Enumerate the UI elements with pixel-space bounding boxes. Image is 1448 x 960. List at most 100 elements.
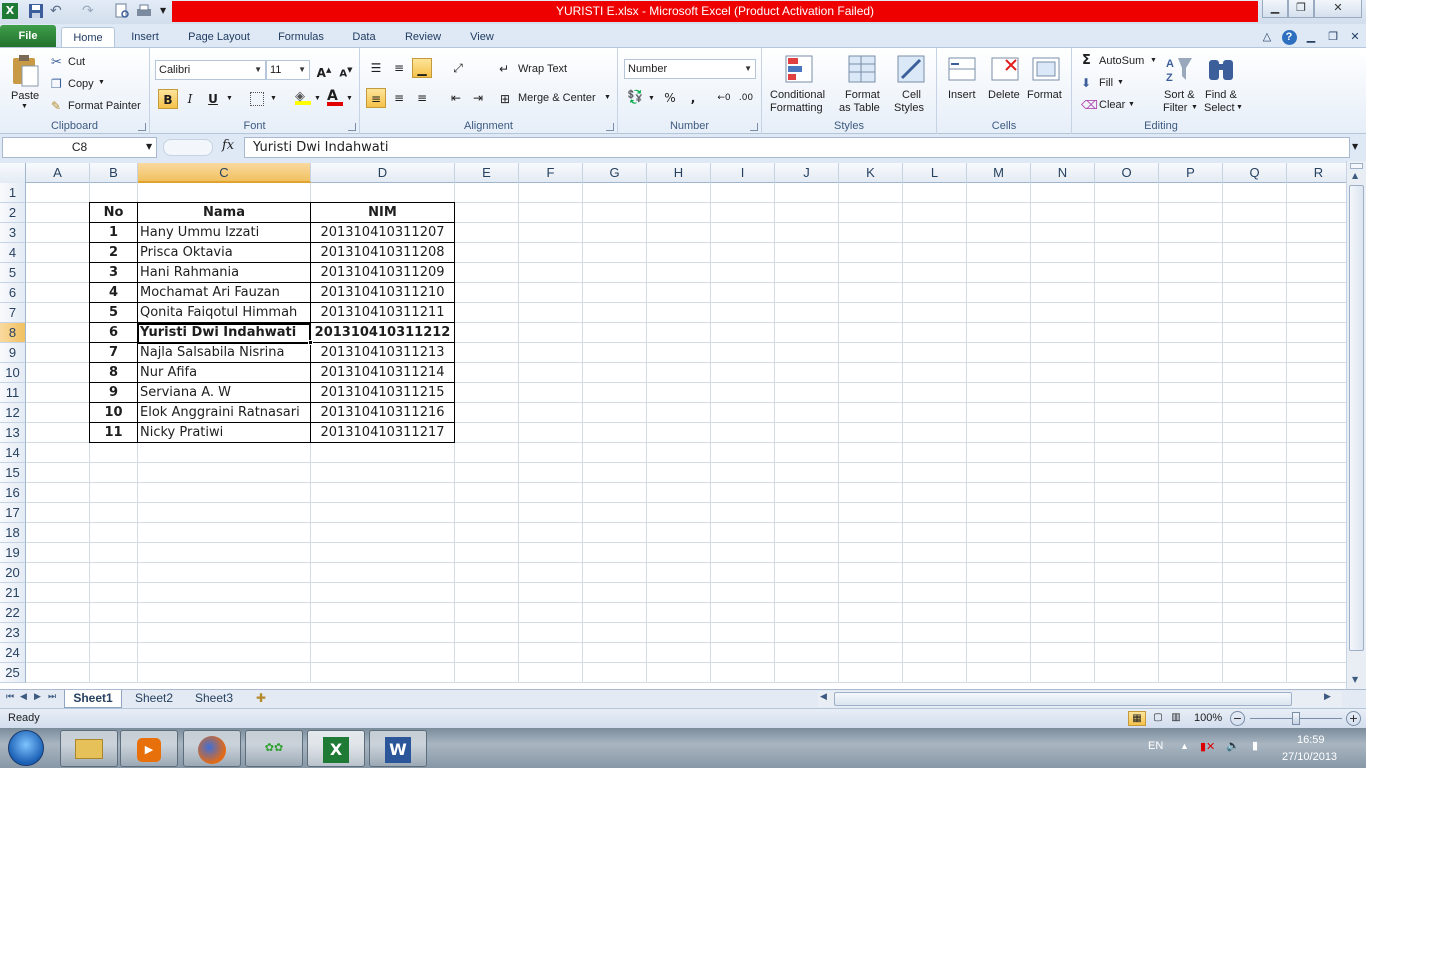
- language-indicator[interactable]: EN: [1148, 740, 1163, 752]
- tab-page-layout[interactable]: Page Layout: [180, 27, 258, 48]
- column-header-a[interactable]: A: [26, 163, 90, 183]
- fill-color-icon[interactable]: ◈: [295, 89, 311, 105]
- paste-icon[interactable]: [10, 54, 40, 91]
- paste-button-label[interactable]: Paste: [11, 90, 39, 102]
- font-color-dropdown-icon[interactable]: ▼: [346, 95, 353, 102]
- first-sheet-icon[interactable]: ⏮: [6, 692, 14, 702]
- table-cell-nim[interactable]: 201310410311215: [310, 382, 455, 403]
- table-cell-no[interactable]: 10: [89, 402, 138, 423]
- font-name-combo[interactable]: Calibri ▼: [155, 60, 266, 80]
- row-header-10[interactable]: 10: [0, 363, 26, 383]
- restore-button[interactable]: ❐: [1288, 0, 1314, 18]
- format-cells-icon[interactable]: [1031, 54, 1061, 87]
- borders-dropdown-icon[interactable]: ▼: [270, 95, 277, 102]
- zoom-out-icon[interactable]: −: [1230, 711, 1245, 726]
- orientation-icon[interactable]: ⤢: [448, 58, 468, 78]
- fill-color-dropdown-icon[interactable]: ▼: [314, 95, 321, 102]
- table-cell-nama[interactable]: Prisca Oktavia: [137, 242, 311, 263]
- select-all-corner[interactable]: [0, 163, 26, 183]
- sheet-tab-sheet3[interactable]: Sheet3: [186, 690, 242, 708]
- workbook-minimize-icon[interactable]: ▁: [1304, 27, 1318, 48]
- percent-style-button[interactable]: %: [660, 88, 680, 108]
- fill-icon[interactable]: ⬇: [1081, 76, 1091, 90]
- find-select-label1[interactable]: Find &: [1205, 89, 1237, 101]
- minimize-button[interactable]: ▁: [1262, 0, 1288, 18]
- taskbar-explorer-icon[interactable]: [60, 730, 118, 767]
- fill-button[interactable]: Fill: [1099, 77, 1113, 89]
- row-header-21[interactable]: 21: [0, 583, 26, 603]
- copy-dropdown-icon[interactable]: ▼: [98, 79, 105, 86]
- middle-align-icon[interactable]: ≡: [389, 58, 409, 78]
- cell-styles-icon[interactable]: [896, 54, 926, 87]
- merge-center-icon[interactable]: ⊞: [500, 92, 510, 106]
- row-header-19[interactable]: 19: [0, 543, 26, 563]
- table-cell-no[interactable]: 5: [89, 302, 138, 323]
- decrease-indent-icon[interactable]: ⇤: [446, 88, 466, 108]
- shrink-font-icon[interactable]: A▼: [336, 60, 356, 80]
- table-cell-no[interactable]: 2: [89, 242, 138, 263]
- redo-icon[interactable]: ↷: [82, 3, 98, 19]
- start-button-icon[interactable]: [8, 730, 44, 766]
- column-header-l[interactable]: L: [903, 163, 967, 183]
- table-header-no[interactable]: No: [89, 202, 138, 223]
- merge-center-button[interactable]: Merge & Center: [518, 92, 596, 104]
- taskbar-network-app-icon[interactable]: ✿✿: [245, 730, 303, 767]
- row-header-8[interactable]: 8: [0, 323, 26, 343]
- font-size-combo[interactable]: 11 ▼: [266, 60, 310, 80]
- accounting-format-icon[interactable]: 💱: [627, 90, 643, 105]
- sheet-tab-sheet1[interactable]: Sheet1: [64, 690, 122, 708]
- insert-function-button[interactable]: fx: [222, 138, 234, 153]
- tab-formulas[interactable]: Formulas: [270, 27, 332, 48]
- wrap-text-button[interactable]: Wrap Text: [518, 63, 567, 75]
- zoom-level[interactable]: 100%: [1194, 712, 1222, 724]
- prev-sheet-icon[interactable]: ◀: [20, 692, 27, 702]
- table-cell-no[interactable]: 6: [89, 322, 138, 343]
- table-cell-nama[interactable]: Nur Afifa: [137, 362, 311, 383]
- table-cell-nim[interactable]: 201310410311216: [310, 402, 455, 423]
- clock-time[interactable]: 16:59: [1297, 734, 1325, 746]
- clock-date[interactable]: 27/10/2013: [1282, 751, 1337, 763]
- table-cell-nim[interactable]: 201310410311210: [310, 282, 455, 303]
- next-sheet-icon[interactable]: ▶: [34, 692, 41, 702]
- column-header-n[interactable]: N: [1031, 163, 1095, 183]
- clear-dropdown-icon[interactable]: ▼: [1128, 101, 1135, 108]
- comma-style-button[interactable]: ,: [683, 88, 703, 108]
- row-header-12[interactable]: 12: [0, 403, 26, 423]
- split-box-icon[interactable]: [1350, 163, 1363, 169]
- page-break-view-icon[interactable]: ▥: [1168, 711, 1184, 726]
- increase-decimal-icon[interactable]: ←0: [714, 88, 734, 108]
- column-header-j[interactable]: J: [775, 163, 839, 183]
- tab-data[interactable]: Data: [344, 27, 384, 48]
- taskbar-firefox-icon[interactable]: [183, 730, 241, 767]
- cell-styles-label2[interactable]: Styles: [894, 102, 924, 114]
- zoom-in-icon[interactable]: +: [1346, 711, 1361, 726]
- table-cell-nim[interactable]: 201310410311217: [310, 422, 455, 443]
- tab-home[interactable]: Home: [61, 27, 115, 48]
- row-header-17[interactable]: 17: [0, 503, 26, 523]
- column-header-c[interactable]: C: [138, 163, 311, 183]
- number-format-combo[interactable]: Number ▼: [624, 59, 756, 79]
- vertical-scrollbar[interactable]: ▲ ▼: [1346, 161, 1366, 689]
- wrap-text-icon[interactable]: ↵: [499, 62, 509, 76]
- table-cell-no[interactable]: 9: [89, 382, 138, 403]
- align-center-icon[interactable]: ≡: [389, 88, 409, 108]
- grow-font-icon[interactable]: A▲: [314, 60, 334, 80]
- cut-icon[interactable]: ✂: [51, 55, 62, 70]
- sheet-tab-sheet2[interactable]: Sheet2: [126, 690, 182, 708]
- formula-input[interactable]: Yuristi Dwi Indahwati: [244, 137, 1350, 158]
- table-cell-no[interactable]: 3: [89, 262, 138, 283]
- row-header-3[interactable]: 3: [0, 223, 26, 243]
- table-cell-nim[interactable]: 201310410311213: [310, 342, 455, 363]
- row-header-7[interactable]: 7: [0, 303, 26, 323]
- insert-cells-icon[interactable]: [947, 54, 977, 87]
- row-header-20[interactable]: 20: [0, 563, 26, 583]
- row-header-15[interactable]: 15: [0, 463, 26, 483]
- row-header-18[interactable]: 18: [0, 523, 26, 543]
- row-header-6[interactable]: 6: [0, 283, 26, 303]
- fill-handle[interactable]: [308, 340, 313, 345]
- horizontal-scrollbar[interactable]: ◀ ▶: [818, 691, 1342, 707]
- scroll-down-icon[interactable]: ▼: [1352, 675, 1358, 684]
- column-header-f[interactable]: F: [519, 163, 583, 183]
- zoom-slider-thumb[interactable]: [1292, 712, 1300, 725]
- conditional-formatting-label1[interactable]: Conditional: [770, 89, 825, 101]
